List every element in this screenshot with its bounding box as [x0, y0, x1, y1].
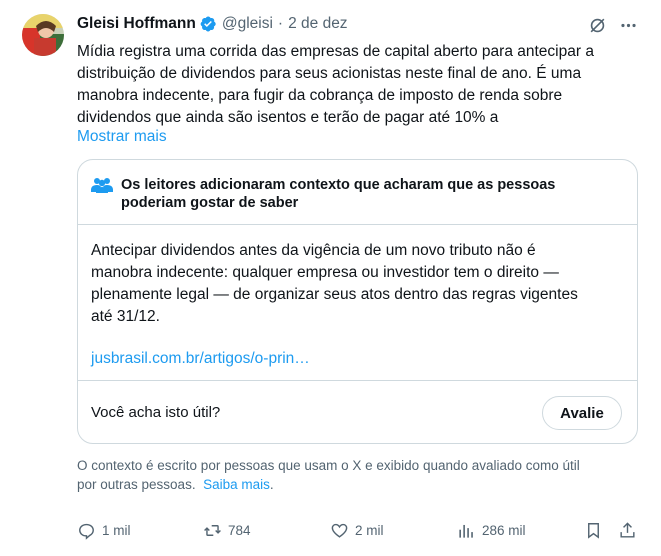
analytics-icon — [459, 524, 473, 538]
community-note: Os leitores adicionaram contexto que ach… — [77, 159, 638, 444]
views-count: 286 mil — [482, 522, 526, 538]
share-button[interactable] — [618, 516, 637, 544]
more-icon[interactable] — [617, 14, 639, 36]
disclaimer-period: . — [269, 477, 274, 492]
disclaimer-line: por outras pessoas. Saiba mais. — [77, 475, 647, 494]
separator-dot: · — [277, 15, 284, 32]
community-note-title: Os leitores adicionaram contexto que ach… — [121, 176, 621, 212]
avatar-image — [22, 14, 64, 56]
action-bar: 1 mil 784 2 mil 286 mil — [0, 516, 661, 544]
disclaimer-text: por outras pessoas. — [77, 477, 196, 492]
author-name[interactable]: Gleisi Hoffmann — [77, 15, 196, 33]
note-body-line: manobra indecente: qualquer empresa ou i… — [91, 264, 559, 281]
like-count: 2 mil — [355, 522, 384, 538]
repost-count: 784 — [228, 522, 251, 538]
reply-count: 1 mil — [102, 522, 131, 538]
bookmark-button[interactable] — [584, 516, 603, 544]
rate-button[interactable]: Avalie — [542, 396, 622, 430]
repost-icon — [204, 524, 221, 536]
note-body-line: até 31/12. — [91, 308, 160, 325]
community-note-footer: Você acha isto útil? Avalie — [78, 380, 637, 443]
verified-badge-icon — [199, 15, 217, 33]
useful-question: Você acha isto útil? — [91, 404, 221, 421]
tweet[interactable]: Gleisi Hoffmann @gleisi · 2 de dez Mídia… — [0, 0, 661, 556]
grok-icon[interactable] — [586, 14, 608, 36]
note-title-line: Os leitores adicionaram contexto que ach… — [121, 177, 556, 193]
tweet-text-line: distribuição de dividendos para seus aci… — [77, 65, 582, 82]
note-source-link[interactable]: jusbrasil.com.br/artigos/o-prin… — [91, 348, 310, 370]
tweet-text: Mídia registra uma corrida das empresas … — [77, 41, 647, 129]
bookmark-icon — [588, 522, 599, 539]
disclaimer-line: O contexto é escrito por pessoas que usa… — [77, 458, 580, 473]
share-icon — [620, 521, 635, 538]
repost-button[interactable]: 784 — [203, 516, 251, 544]
reply-icon — [79, 523, 94, 540]
learn-more-link[interactable]: Saiba mais — [203, 477, 270, 492]
avatar[interactable] — [22, 14, 64, 56]
people-icon — [91, 177, 113, 193]
tweet-text-line: Mídia registra uma corrida das empresas … — [77, 43, 594, 60]
like-button[interactable]: 2 mil — [330, 516, 384, 544]
community-note-header: Os leitores adicionaram contexto que ach… — [78, 160, 637, 225]
community-note-body: Antecipar dividendos antes da vigência d… — [91, 240, 626, 328]
heart-icon — [331, 523, 348, 538]
note-title-line: poderiam gostar de saber — [121, 195, 299, 211]
tweet-text-line: manobra indecente, para fugir da cobranç… — [77, 87, 563, 104]
reply-button[interactable]: 1 mil — [77, 516, 131, 544]
show-more-link[interactable]: Mostrar mais — [77, 126, 167, 148]
tweet-date[interactable]: 2 de dez — [288, 15, 347, 33]
note-disclaimer: O contexto é escrito por pessoas que usa… — [77, 456, 647, 494]
views-button[interactable]: 286 mil — [457, 516, 526, 544]
tweet-header: Gleisi Hoffmann @gleisi · 2 de dez — [77, 13, 348, 35]
note-body-line: plenamente legal — de organizar seus ato… — [91, 286, 578, 303]
note-body-line: Antecipar dividendos antes da vigência d… — [91, 242, 536, 259]
author-handle[interactable]: @gleisi — [222, 15, 273, 33]
